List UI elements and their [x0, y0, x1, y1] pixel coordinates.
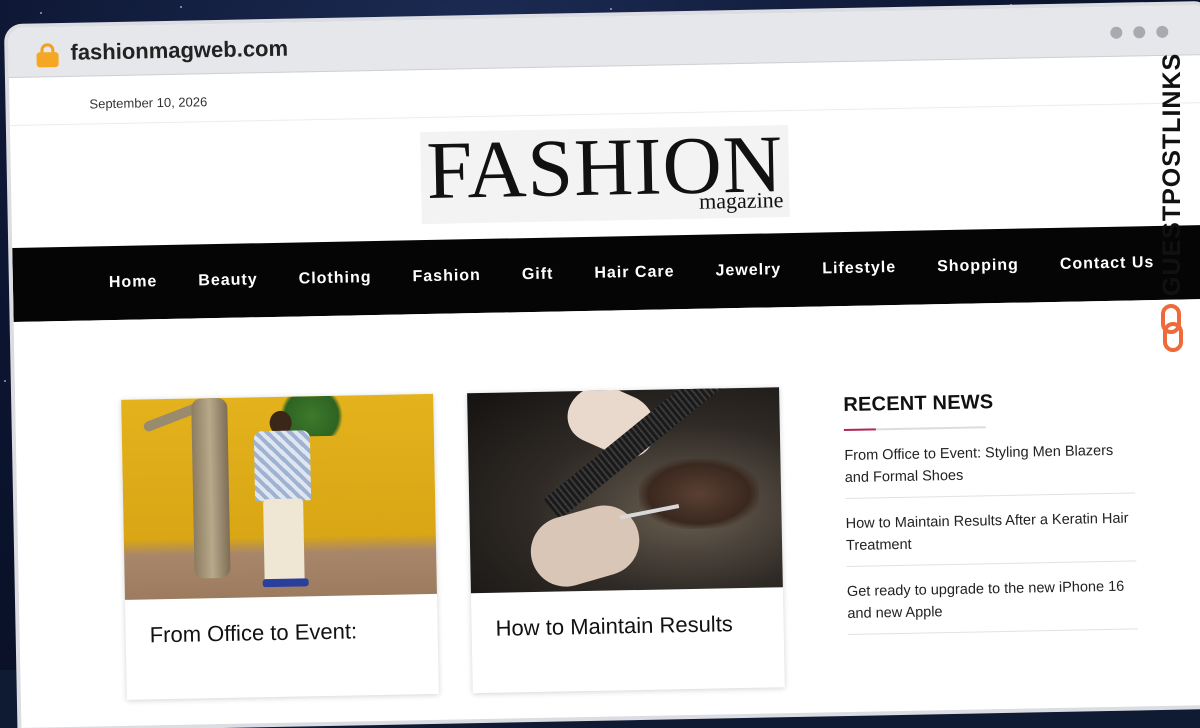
site-logo[interactable]: FASHION magazine [420, 118, 790, 225]
star [40, 12, 42, 14]
sidebar-heading: RECENT NEWS [843, 391, 994, 417]
header: FASHION magazine [10, 103, 1200, 248]
nav-item-contact-us[interactable]: Contact Us [1060, 254, 1155, 274]
window-dots-icon [1110, 25, 1169, 39]
nav-item-hair-care[interactable]: Hair Care [594, 263, 674, 283]
guestpostlinks-watermark: GUESTPOSTLINKS [1158, 52, 1198, 356]
browser-window: fashionmagweb.com September 10, 2026 FAS… [8, 4, 1200, 728]
nav-item-lifestyle[interactable]: Lifestyle [822, 259, 896, 278]
nav-item-home[interactable]: Home [109, 273, 158, 292]
post-card[interactable]: How to Maintain Results [467, 387, 785, 694]
post-card[interactable]: From Office to Event: [121, 393, 439, 700]
star [320, 18, 322, 20]
window-dot[interactable] [1110, 26, 1123, 39]
post-title[interactable]: From Office to Event: [125, 594, 438, 671]
nav-item-gift[interactable]: Gift [522, 266, 554, 285]
current-date: September 10, 2026 [89, 94, 208, 112]
chain-link-icon [1161, 304, 1183, 352]
nav-item-shopping[interactable]: Shopping [937, 257, 1019, 277]
star [610, 8, 612, 10]
star [180, 6, 182, 8]
recent-news-item[interactable]: Get ready to upgrade to the new iPhone 1… [846, 561, 1138, 635]
recent-news-item[interactable]: From Office to Event: Styling Men Blazer… [843, 425, 1136, 499]
star [1010, 4, 1012, 6]
post-image-man-in-blazer[interactable] [121, 393, 437, 600]
watermark-text: GUESTPOSTLINKS [1158, 52, 1186, 296]
window-dot[interactable] [1133, 26, 1146, 39]
address-bar-url[interactable]: fashionmagweb.com [70, 36, 288, 66]
logo-sub-text: magazine [698, 187, 784, 214]
window-dot[interactable] [1156, 25, 1169, 38]
nav-item-jewelry[interactable]: Jewelry [715, 261, 781, 280]
post-image-hair-cutting[interactable] [467, 387, 783, 594]
nav-item-fashion[interactable]: Fashion [412, 267, 481, 286]
nav-item-beauty[interactable]: Beauty [198, 271, 258, 290]
lock-icon [36, 43, 59, 68]
main-content: From Office to Event: How to Maintain Re… [13, 298, 1200, 700]
star [4, 380, 6, 382]
post-title[interactable]: How to Maintain Results [471, 587, 784, 664]
recent-news-sidebar: RECENT NEWS From Office to Event: Stylin… [843, 388, 1138, 635]
recent-news-item[interactable]: How to Maintain Results After a Keratin … [845, 493, 1137, 567]
nav-item-clothing[interactable]: Clothing [299, 269, 372, 288]
